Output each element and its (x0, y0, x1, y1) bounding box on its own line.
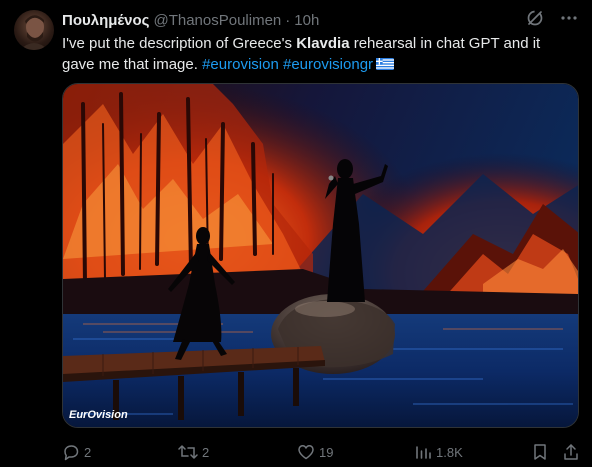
share-icon (562, 443, 580, 461)
retweet-icon (178, 443, 198, 461)
tweet-text-part1: I've put the description of Greece's (62, 35, 297, 52)
hashtag-eurovision[interactable]: #eurovision (202, 56, 279, 73)
separator: · (285, 11, 291, 29)
like-icon (297, 443, 315, 461)
views-button[interactable]: 1.8K (414, 440, 463, 464)
like-count: 19 (319, 444, 334, 460)
more-icon[interactable] (560, 9, 578, 27)
watermark-text: EurOvision (69, 409, 128, 421)
eurovision-watermark: EurOvision (69, 409, 128, 421)
views-count: 1.8K (436, 444, 463, 460)
tweet-header: Πουλημένος @ThanosPoulimen · 10h (62, 10, 319, 30)
views-icon (414, 443, 432, 461)
author-name[interactable]: Πουλημένος (62, 12, 149, 29)
hashtag-eurovisiongr[interactable]: #eurovisiongr (283, 56, 373, 73)
tweet[interactable]: Πουλημένος @ThanosPoulimen · 10h I've pu… (0, 0, 592, 467)
retweet-count: 2 (202, 444, 210, 460)
greece-flag-icon (376, 55, 395, 70)
author-handle[interactable]: @ThanosPoulimen (153, 12, 281, 29)
share-button[interactable] (562, 440, 580, 464)
action-bar: 2 2 19 1.8K (62, 440, 579, 464)
reply-button[interactable]: 2 (62, 440, 91, 464)
tweet-text-bold: Klavdia (296, 35, 350, 52)
timestamp[interactable]: 10h (294, 12, 319, 29)
reply-icon (62, 443, 80, 461)
bookmark-button[interactable] (532, 440, 548, 464)
like-button[interactable]: 19 (297, 440, 333, 464)
tweet-text: I've put the description of Greece's Kla… (62, 33, 572, 75)
grok-icon[interactable] (526, 9, 544, 27)
avatar[interactable] (14, 10, 54, 50)
tweet-image[interactable]: EurOvision (62, 83, 579, 428)
reply-count: 2 (84, 444, 92, 460)
bookmark-icon (532, 443, 548, 461)
retweet-button[interactable]: 2 (178, 440, 209, 464)
header-actions (526, 9, 578, 27)
